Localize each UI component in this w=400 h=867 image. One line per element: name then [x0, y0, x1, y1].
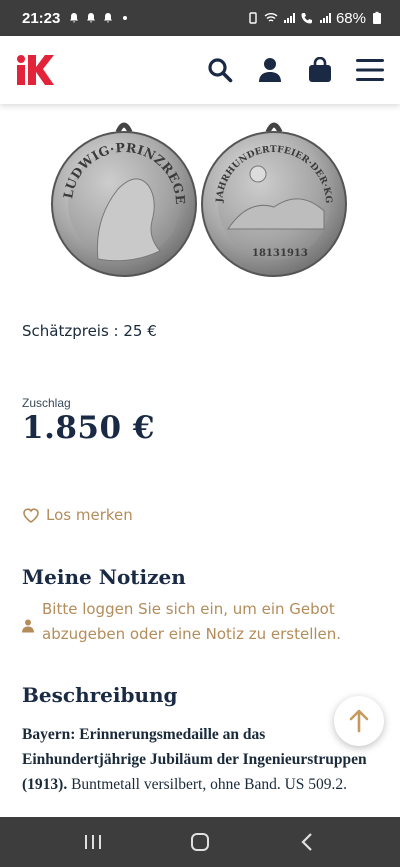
back-button[interactable]: [295, 830, 319, 854]
watch-lot-label: Los merken: [46, 506, 133, 524]
description-heading: Beschreibung: [22, 683, 178, 707]
wifi-icon: [264, 13, 278, 22]
notification-icons: [68, 12, 128, 24]
recent-apps-button[interactable]: [81, 830, 105, 854]
system-icons: 68%: [246, 10, 384, 27]
signal-icon: [319, 13, 331, 23]
home-icon: [190, 833, 209, 851]
menu-icon: [356, 59, 384, 81]
search-icon: [208, 58, 233, 83]
watch-lot-button[interactable]: Los merken: [22, 506, 133, 524]
hammer-price-label: Zuschlag: [22, 396, 71, 410]
home-button[interactable]: [188, 830, 212, 854]
battery-level: 68%: [335, 9, 366, 27]
app-header: [0, 36, 400, 104]
bell-icon: [104, 13, 113, 23]
bell-icon: [70, 13, 79, 23]
header-actions: [206, 56, 384, 84]
user-icon: [22, 619, 34, 633]
reverse-year-left: 1813: [252, 248, 280, 259]
heart-icon: [23, 508, 39, 523]
notes-heading: Meine Notizen: [22, 565, 186, 589]
medal-obverse: LUDWIG·PRINZREGENT·VON·BAYERN: [0, 104, 197, 277]
call-icon: [301, 13, 312, 24]
reverse-year-right: 1913: [280, 248, 308, 259]
search-button[interactable]: [206, 56, 234, 84]
user-icon: [259, 58, 281, 82]
battery-icon: [373, 11, 381, 24]
login-message: Bitte loggen Sie sich ein, um ein Gebot …: [42, 600, 342, 643]
lot-image[interactable]: LUDWIG·PRINZREGENT·VON·BAYERN JAHRHUNDER…: [0, 104, 400, 290]
status-bar: 21:23 68%: [0, 0, 400, 36]
arrow-up-icon: [349, 709, 369, 733]
back-icon: [301, 833, 312, 851]
signal-icon: [283, 13, 295, 23]
estimate-price: Schätzpreis : 25 €: [22, 322, 157, 340]
scroll-to-top-button[interactable]: [334, 696, 384, 746]
bag-icon: [309, 57, 331, 82]
battery-saver-icon: [249, 12, 257, 24]
kuenker-logo[interactable]: [16, 54, 54, 86]
account-button[interactable]: [256, 56, 284, 84]
description-text: Buntmetall versilbert, ohne Band. US 509…: [71, 776, 348, 793]
more-notifications-dot: [123, 16, 128, 20]
system-nav-bar: [0, 817, 400, 867]
bell-icon: [87, 13, 96, 23]
cart-button[interactable]: [306, 56, 334, 84]
status-time: 21:23: [22, 9, 61, 27]
description-body: Bayern: Erinnerungsmedaille an das Einhu…: [22, 722, 368, 797]
recents-icon: [85, 835, 102, 849]
menu-button[interactable]: [356, 56, 384, 84]
login-prompt[interactable]: Bitte loggen Sie sich ein, um ein Gebot …: [22, 597, 362, 647]
hammer-price-value: 1.850 €: [22, 410, 155, 446]
